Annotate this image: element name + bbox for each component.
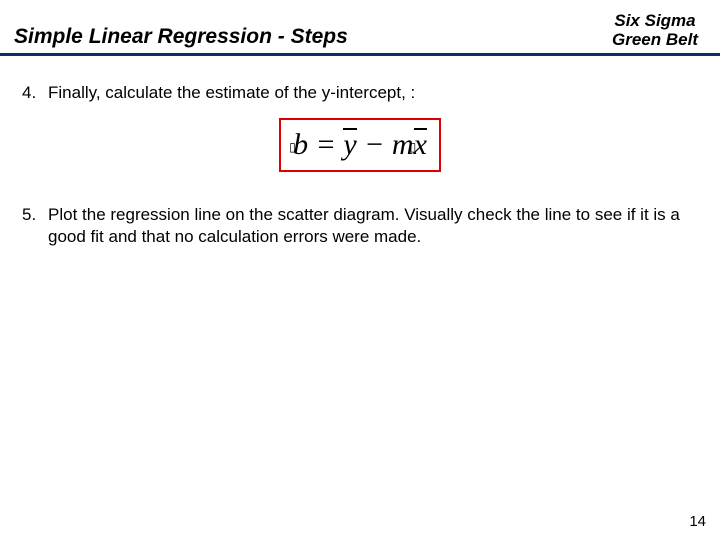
eq-equals: = — [308, 128, 343, 161]
equation-wrapper: ▯b = y − m▯x — [22, 118, 698, 172]
step-5: 5. Plot the regression line on the scatt… — [22, 204, 698, 248]
brand-line-1: Six Sigma — [612, 12, 698, 31]
step-4-text: Finally, calculate the estimate of the y… — [48, 82, 415, 104]
slide-header: Simple Linear Regression - Steps Six Sig… — [0, 0, 720, 53]
step-5-number: 5. — [22, 204, 40, 248]
content-area: 4. Finally, calculate the estimate of th… — [0, 56, 720, 247]
eq-ybar: y — [343, 126, 356, 162]
equation-box: ▯b = y − m▯x — [279, 118, 441, 172]
eq-minus: − — [357, 128, 392, 161]
eq-xbar: x — [414, 126, 427, 162]
step-4: 4. Finally, calculate the estimate of th… — [22, 82, 698, 104]
page-title: Simple Linear Regression - Steps — [14, 25, 348, 49]
step-4-number: 4. — [22, 82, 40, 104]
equation: ▯b = y − m▯x — [293, 128, 427, 161]
brand-line-2: Green Belt — [612, 31, 698, 50]
step-5-text: Plot the regression line on the scatter … — [48, 204, 698, 248]
brand-block: Six Sigma Green Belt — [612, 12, 698, 49]
page-number: 14 — [689, 513, 706, 530]
